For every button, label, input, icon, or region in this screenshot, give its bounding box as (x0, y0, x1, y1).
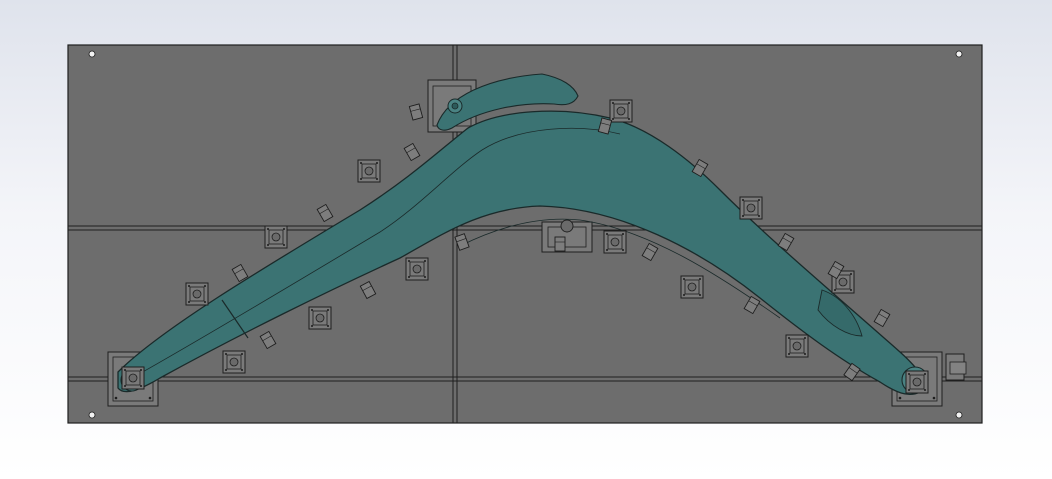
locating-block[interactable] (121, 366, 145, 390)
locating-block[interactable] (264, 225, 288, 249)
locating-block[interactable] (405, 257, 429, 281)
locating-block[interactable] (222, 350, 246, 374)
locating-block[interactable] (680, 275, 704, 299)
locating-block[interactable] (609, 99, 633, 123)
corner-hole (88, 411, 96, 419)
locating-block[interactable] (308, 306, 332, 330)
locating-block[interactable] (905, 370, 929, 394)
locating-block[interactable] (785, 334, 809, 358)
locating-block[interactable] (357, 159, 381, 183)
locating-block[interactable] (185, 282, 209, 306)
locating-block[interactable] (603, 230, 627, 254)
center-support[interactable] (541, 219, 593, 253)
cad-viewport[interactable] (0, 0, 1052, 479)
corner-hole (955, 50, 963, 58)
locating-block[interactable] (739, 196, 763, 220)
corner-hole (955, 411, 963, 419)
end-clamp-right[interactable] (945, 353, 967, 381)
corner-hole (88, 50, 96, 58)
edge-clamp[interactable] (554, 236, 566, 252)
